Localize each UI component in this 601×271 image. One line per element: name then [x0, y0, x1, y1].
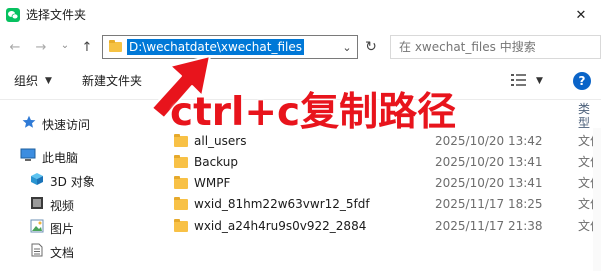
address-bar[interactable]: D:\wechatdate\xwechat_files ⌄ [102, 35, 358, 59]
wechat-icon [6, 8, 20, 22]
sidebar-item-label: 快速访问 [42, 118, 91, 132]
sidebar-item-label: 3D 对象 [50, 175, 95, 189]
up-button[interactable]: ↑ [78, 36, 96, 58]
address-dropdown-button[interactable]: ⌄ [340, 40, 354, 54]
refresh-button[interactable]: ↻ [361, 35, 381, 59]
3d-objects-icon [30, 172, 44, 192]
column-header-type[interactable]: 类型 [578, 102, 601, 130]
folder-icon [174, 197, 188, 210]
recent-locations-button[interactable]: ⌄ [56, 34, 74, 56]
new-folder-button[interactable]: 新建文件夹 [82, 74, 142, 88]
file-name: Backup [194, 155, 238, 169]
caret-down-icon[interactable]: ▼ [45, 74, 52, 88]
title-bar: 选择文件夹 ✕ [0, 0, 601, 30]
annotation-text: ctrl+c复制路径 [170, 90, 457, 135]
sidebar-item-documents[interactable]: 文档 [30, 243, 74, 263]
sidebar-item-quick-access[interactable]: 快速访问 [22, 115, 90, 135]
file-row[interactable]: WMPF 2025/10/20 13:41 文件 [170, 173, 601, 193]
file-name: wxid_a24h4ru9s0v922_2884 [194, 219, 367, 233]
file-row[interactable]: wxid_81hm22w63vwr12_5fdf 2025/11/17 18:2… [170, 194, 601, 214]
videos-icon [30, 196, 44, 216]
window-title: 选择文件夹 [26, 8, 87, 22]
up-arrow-icon: ↑ [81, 39, 93, 55]
view-options-icon[interactable] [510, 72, 528, 91]
back-button[interactable]: ← [6, 36, 24, 58]
sidebar-item-label: 文档 [50, 246, 75, 260]
vertical-scrollbar[interactable] [593, 128, 601, 271]
back-arrow-icon: ← [9, 39, 21, 55]
search-box[interactable] [390, 35, 601, 59]
chevron-down-icon: ⌄ [342, 40, 352, 54]
folder-icon [174, 219, 188, 232]
search-input[interactable] [399, 39, 589, 55]
sidebar-item-label: 此电脑 [42, 151, 79, 165]
file-modified-date: 2025/11/17 18:25 [435, 197, 543, 211]
organize-button[interactable]: 组织 [14, 74, 38, 88]
file-modified-date: 2025/10/20 13:41 [435, 155, 543, 169]
forward-button[interactable]: → [32, 36, 50, 58]
file-name: wxid_81hm22w63vwr12_5fdf [194, 197, 370, 211]
sidebar-item-pictures[interactable]: 图片 [30, 219, 74, 239]
this-pc-icon [20, 148, 36, 168]
quick-access-star-icon [22, 115, 36, 135]
sidebar-item-label: 视频 [50, 199, 75, 213]
sidebar-item-label: 图片 [50, 222, 75, 236]
pictures-icon [30, 219, 44, 239]
folder-icon [174, 155, 188, 168]
sidebar-item-videos[interactable]: 视频 [30, 196, 74, 216]
refresh-icon: ↻ [365, 39, 377, 55]
file-modified-date: 2025/11/17 21:38 [435, 219, 543, 233]
file-modified-date: 2025/10/20 13:41 [435, 176, 543, 190]
sidebar-item-3d-objects[interactable]: 3D 对象 [30, 172, 95, 192]
sidebar-item-this-pc[interactable]: 此电脑 [20, 148, 78, 168]
folder-icon [109, 40, 122, 52]
caret-down-icon[interactable]: ▼ [536, 74, 543, 88]
file-name: WMPF [194, 176, 231, 190]
close-button[interactable]: ✕ [568, 3, 594, 27]
close-icon: ✕ [575, 7, 587, 23]
folder-icon [174, 176, 188, 189]
help-icon[interactable]: ? [573, 72, 591, 90]
file-row[interactable]: wxid_a24h4ru9s0v922_2884 2025/11/17 21:3… [170, 216, 601, 236]
chevron-down-icon: ⌄ [60, 39, 70, 51]
forward-arrow-icon: → [35, 39, 47, 55]
documents-icon [30, 243, 44, 263]
file-row[interactable]: Backup 2025/10/20 13:41 文件 [170, 152, 601, 172]
